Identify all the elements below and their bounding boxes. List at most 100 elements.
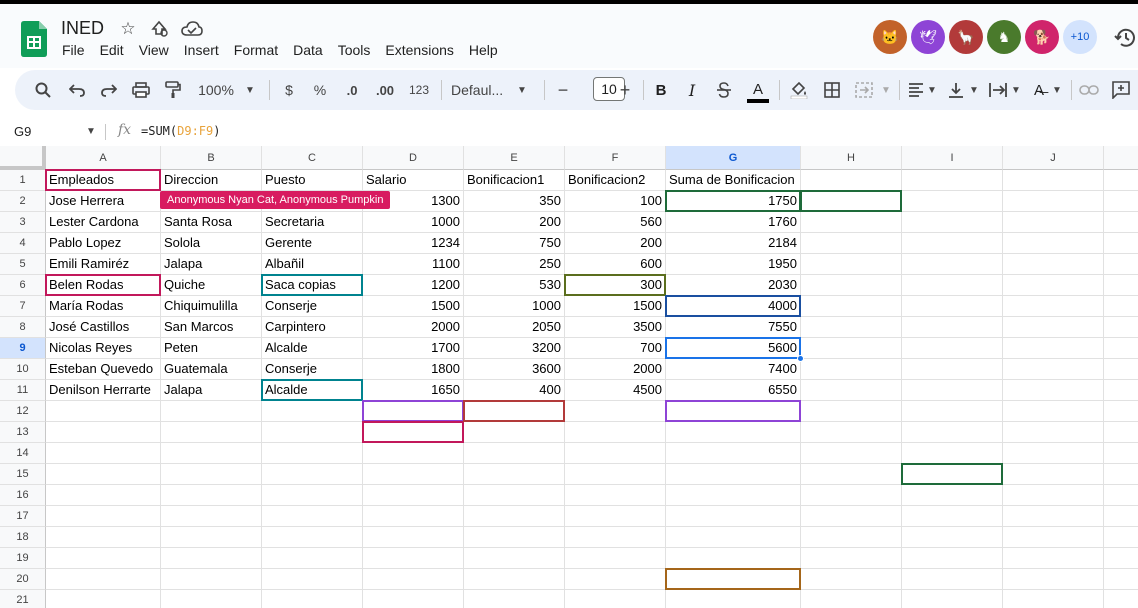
empty-cell[interactable] [666,485,801,506]
empty-cell[interactable] [565,485,666,506]
menu-view[interactable]: View [139,42,169,58]
increase-font-size-icon[interactable]: + [615,70,635,110]
bold-button[interactable]: B [651,70,671,110]
empty-cell[interactable] [1104,296,1138,317]
empty-cell[interactable] [902,296,1003,317]
empty-cell[interactable] [363,506,464,527]
empty-cell[interactable] [902,422,1003,443]
cell-e8[interactable]: 2050 [464,317,565,338]
empty-cell[interactable] [464,443,565,464]
menu-tools[interactable]: Tools [338,42,371,58]
cell-d1[interactable]: Salario [363,170,464,191]
empty-cell[interactable] [161,590,262,608]
cell-d11[interactable]: 1650 [363,380,464,401]
empty-cell[interactable] [902,548,1003,569]
cell-d5[interactable]: 1100 [363,254,464,275]
empty-cell[interactable] [464,464,565,485]
cell-b6[interactable]: Quiche [161,275,262,296]
empty-cell[interactable] [1104,254,1138,275]
cell-b7[interactable]: Chiquimulilla [161,296,262,317]
empty-cell[interactable] [801,359,902,380]
row-header-21[interactable]: 21 [0,590,46,608]
menu-insert[interactable]: Insert [184,42,219,58]
empty-cell[interactable] [666,422,801,443]
cell-e4[interactable]: 750 [464,233,565,254]
row-header-18[interactable]: 18 [0,527,46,548]
empty-cell[interactable] [1104,506,1138,527]
row-header-7[interactable]: 7 [0,296,46,317]
empty-cell[interactable] [46,506,161,527]
row-header-13[interactable]: 13 [0,422,46,443]
cell-a4[interactable]: Pablo Lopez [46,233,161,254]
empty-cell[interactable] [902,590,1003,608]
column-header-a[interactable]: A [46,146,161,170]
empty-cell[interactable] [262,548,363,569]
row-header-12[interactable]: 12 [0,401,46,422]
column-header-f[interactable]: F [565,146,666,170]
text-wrapping-icon[interactable] [987,70,1009,110]
empty-cell[interactable] [902,233,1003,254]
empty-cell[interactable] [1104,527,1138,548]
star-icon[interactable]: ☆ [117,18,139,40]
empty-cell[interactable] [363,569,464,590]
empty-cell[interactable] [1003,170,1104,191]
empty-cell[interactable] [1104,338,1138,359]
cell-c3[interactable]: Secretaria [262,212,363,233]
row-header-20[interactable]: 20 [0,569,46,590]
cell-a8[interactable]: José Castillos [46,317,161,338]
empty-cell[interactable] [161,443,262,464]
menu-format[interactable]: Format [234,42,278,58]
empty-cell[interactable] [1003,191,1104,212]
empty-cell[interactable] [565,527,666,548]
cell-g5[interactable]: 1950 [666,254,801,275]
cell-g6[interactable]: 2030 [666,275,801,296]
empty-cell[interactable] [902,212,1003,233]
empty-cell[interactable] [565,464,666,485]
empty-cell[interactable] [666,401,801,422]
empty-cell[interactable] [262,443,363,464]
row-header-4[interactable]: 4 [0,233,46,254]
empty-cell[interactable] [666,464,801,485]
row-header-19[interactable]: 19 [0,548,46,569]
column-header-b[interactable]: B [161,146,262,170]
cell-g1[interactable]: Suma de Bonificacion [666,170,801,191]
cell-c6[interactable]: Saca copias [262,275,363,296]
insert-comment-icon[interactable] [1109,70,1133,110]
row-header-15[interactable]: 15 [0,464,46,485]
empty-cell[interactable] [801,401,902,422]
cell-c11[interactable]: Alcalde [262,380,363,401]
empty-cell[interactable] [801,254,902,275]
cell-g7[interactable]: 4000 [666,296,801,317]
empty-cell[interactable] [46,569,161,590]
empty-cell[interactable] [666,590,801,608]
empty-cell[interactable] [565,401,666,422]
cell-f5[interactable]: 600 [565,254,666,275]
empty-cell[interactable] [1003,212,1104,233]
fill-color-icon[interactable] [787,70,811,110]
cell-a6[interactable]: Belen Rodas [46,275,161,296]
empty-cell[interactable] [902,485,1003,506]
empty-cell[interactable] [1104,422,1138,443]
cell-c9[interactable]: Alcalde [262,338,363,359]
cell-e2[interactable]: 350 [464,191,565,212]
empty-cell[interactable] [666,527,801,548]
empty-cell[interactable] [1003,338,1104,359]
empty-cell[interactable] [1003,422,1104,443]
empty-cell[interactable] [46,464,161,485]
empty-cell[interactable] [801,506,902,527]
empty-cell[interactable] [363,485,464,506]
empty-cell[interactable] [1003,275,1104,296]
cell-f3[interactable]: 560 [565,212,666,233]
empty-cell[interactable] [902,401,1003,422]
fill-handle[interactable] [797,355,804,362]
empty-cell[interactable] [363,548,464,569]
menu-help[interactable]: Help [469,42,498,58]
empty-cell[interactable] [46,485,161,506]
cell-e7[interactable]: 1000 [464,296,565,317]
redo-icon[interactable] [97,70,121,110]
increase-decimal-button[interactable]: .00 [371,70,399,110]
cell-f11[interactable]: 4500 [565,380,666,401]
empty-cell[interactable] [801,569,902,590]
empty-cell[interactable] [801,233,902,254]
empty-cell[interactable] [666,569,801,590]
